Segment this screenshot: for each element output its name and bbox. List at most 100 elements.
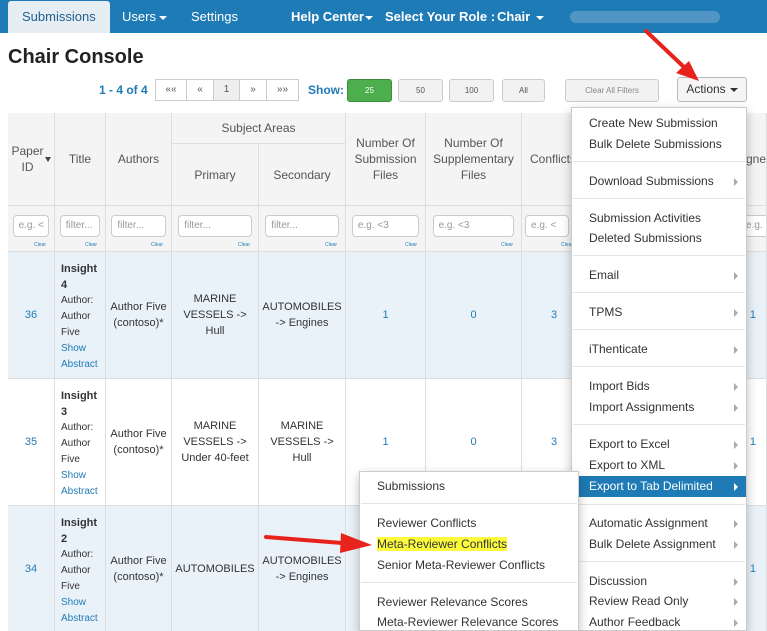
header-num-supplementary-files[interactable]: Number Of Supplementary Files [426, 113, 522, 206]
pager-next[interactable]: » [239, 79, 267, 101]
nav-role-chair[interactable]: Chair [497, 0, 545, 33]
pager-first[interactable]: «« [155, 79, 187, 101]
nav-help-center[interactable]: Help Center [291, 0, 373, 33]
nav-submissions[interactable]: Submissions [8, 1, 110, 33]
nav-settings[interactable]: Settings [191, 0, 238, 33]
menu-author-feedback-label: Author Feedback [589, 615, 681, 629]
top-navbar: Submissions Users Settings Help Center S… [0, 0, 767, 33]
filter-conflicts-input[interactable]: e.g. < [525, 214, 569, 237]
filter-authors-input[interactable]: filter... [111, 214, 166, 237]
page-size-25[interactable]: 25 [347, 79, 392, 102]
menu-export-to-excel-label: Export to Excel [589, 437, 670, 451]
nav-users[interactable]: Users [122, 0, 167, 33]
chevron-right-icon [734, 462, 738, 470]
submenu-reviewer-conflicts[interactable]: Reviewer Conflicts [360, 513, 578, 534]
filter-supplementary-files-input[interactable]: e.g. <3 [432, 214, 515, 237]
conflicts-link[interactable]: 3 [551, 436, 557, 448]
menu-email[interactable]: Email [572, 265, 746, 286]
clear-link[interactable]: Clear [238, 242, 250, 248]
paper-id-link[interactable]: 35 [25, 436, 37, 448]
submenu-submissions[interactable]: Submissions [360, 476, 578, 497]
paper-title-author: Author: Author Five [61, 295, 94, 338]
conflicts-link[interactable]: 3 [551, 309, 557, 321]
paper-id-link[interactable]: 34 [25, 563, 37, 575]
chevron-down-icon [536, 15, 545, 20]
cell-secondary-area: AUTOMOBILES -> Engines [259, 506, 346, 631]
filter-paper-id-input[interactable]: e.g. < [12, 214, 50, 237]
header-title[interactable]: Title [55, 113, 106, 206]
extra-link[interactable]: 1 [750, 309, 756, 321]
filter-primary-input[interactable]: filter... [178, 214, 252, 237]
menu-bulk-delete-assignment[interactable]: Bulk Delete Assignment [572, 534, 746, 555]
menu-import-assignments[interactable]: Import Assignments [572, 397, 746, 418]
menu-automatic-assignment[interactable]: Automatic Assignment [572, 513, 746, 534]
pager-last[interactable]: »» [266, 79, 299, 101]
filter-secondary-input[interactable]: filter... [265, 214, 339, 237]
pager-current-page[interactable]: 1 [213, 79, 240, 101]
submenu-meta-reviewer-conflicts[interactable]: Meta-Reviewer Conflicts [360, 534, 578, 555]
menu-import-bids-label: Import Bids [589, 379, 650, 393]
chevron-down-icon [729, 87, 738, 92]
paper-title-author: Author: Author Five [61, 549, 94, 592]
clear-all-filters-button[interactable]: Clear All Filters [565, 79, 659, 102]
page-size-50[interactable]: 50 [398, 79, 443, 102]
extra-link[interactable]: 1 [750, 436, 756, 448]
page-title: Chair Console [8, 46, 144, 68]
cell-secondary-area: MARINE VESSELS -> Hull [259, 379, 346, 506]
cell-title: Insight 4 Author: Author Five Show Abstr… [55, 252, 106, 379]
header-num-submission-files[interactable]: Number Of Submission Files [346, 113, 426, 206]
menu-export-to-excel[interactable]: Export to Excel [572, 434, 746, 455]
menu-divider [573, 424, 745, 425]
clear-link[interactable]: Clear [34, 242, 46, 248]
page-size-100[interactable]: 100 [449, 79, 494, 102]
menu-export-to-tab-delimited[interactable]: Export to Tab Delimited [572, 476, 746, 497]
submenu-reviewer-relevance-scores[interactable]: Reviewer Relevance Scores [360, 592, 578, 613]
filter-cell-submission-files: e.g. <3 Clear [346, 206, 426, 252]
submission-files-link[interactable]: 1 [382, 309, 388, 321]
cell-authors: Author Five (contoso)* [106, 379, 172, 506]
filter-submission-files-input[interactable]: e.g. <3 [351, 214, 420, 237]
chevron-right-icon [734, 309, 738, 317]
submenu-meta-reviewer-relevance-scores[interactable]: Meta-Reviewer Relevance Scores [360, 612, 578, 631]
menu-tpms[interactable]: TPMS [572, 302, 746, 323]
actions-button[interactable]: Actions [677, 77, 747, 102]
chevron-right-icon [734, 272, 738, 280]
pager-prev[interactable]: « [186, 79, 214, 101]
paper-title: Insight 2 [61, 517, 98, 545]
extra-link[interactable]: 1 [750, 563, 756, 575]
menu-download-submissions[interactable]: Download Submissions [572, 171, 746, 192]
cell-secondary-area: AUTOMOBILES -> Engines [259, 252, 346, 379]
header-secondary[interactable]: Secondary [259, 144, 346, 206]
clear-link[interactable]: Clear [325, 242, 337, 248]
header-paper-id[interactable]: Paper ID [8, 113, 55, 206]
menu-create-new-submission[interactable]: Create New Submission [572, 113, 746, 134]
clear-link[interactable]: Clear [151, 242, 163, 248]
menu-export-to-xml[interactable]: Export to XML [572, 455, 746, 476]
show-abstract-link[interactable]: Show Abstract [61, 341, 99, 373]
submenu-senior-meta-reviewer-conflicts[interactable]: Senior Meta-Reviewer Conflicts [360, 555, 578, 576]
menu-import-bids[interactable]: Import Bids [572, 376, 746, 397]
paper-id-link[interactable]: 36 [25, 309, 37, 321]
header-authors[interactable]: Authors [106, 113, 172, 206]
show-abstract-link[interactable]: Show Abstract [61, 468, 99, 500]
submission-files-link[interactable]: 1 [382, 436, 388, 448]
clear-link[interactable]: Clear [501, 242, 513, 248]
page-size-all[interactable]: All [502, 79, 545, 102]
menu-bulk-delete-submissions[interactable]: Bulk Delete Submissions [572, 134, 746, 155]
menu-author-feedback[interactable]: Author Feedback [572, 612, 746, 631]
menu-deleted-submissions[interactable]: Deleted Submissions [572, 228, 746, 249]
menu-submission-activities[interactable]: Submission Activities [572, 208, 746, 229]
cell-paper-id: 34 [8, 506, 55, 631]
clear-link[interactable]: Clear [405, 242, 417, 248]
chevron-right-icon [734, 441, 738, 449]
header-primary[interactable]: Primary [172, 144, 259, 206]
filter-title-input[interactable]: filter... [59, 214, 101, 237]
chevron-right-icon [734, 383, 738, 391]
clear-link[interactable]: Clear [85, 242, 97, 248]
show-abstract-link[interactable]: Show Abstract [61, 595, 99, 627]
supplementary-files-link[interactable]: 0 [470, 309, 476, 321]
supplementary-files-link[interactable]: 0 [470, 436, 476, 448]
menu-review-read-only[interactable]: Review Read Only [572, 591, 746, 612]
menu-discussion[interactable]: Discussion [572, 571, 746, 592]
menu-ithenticate[interactable]: iThenticate [572, 339, 746, 360]
